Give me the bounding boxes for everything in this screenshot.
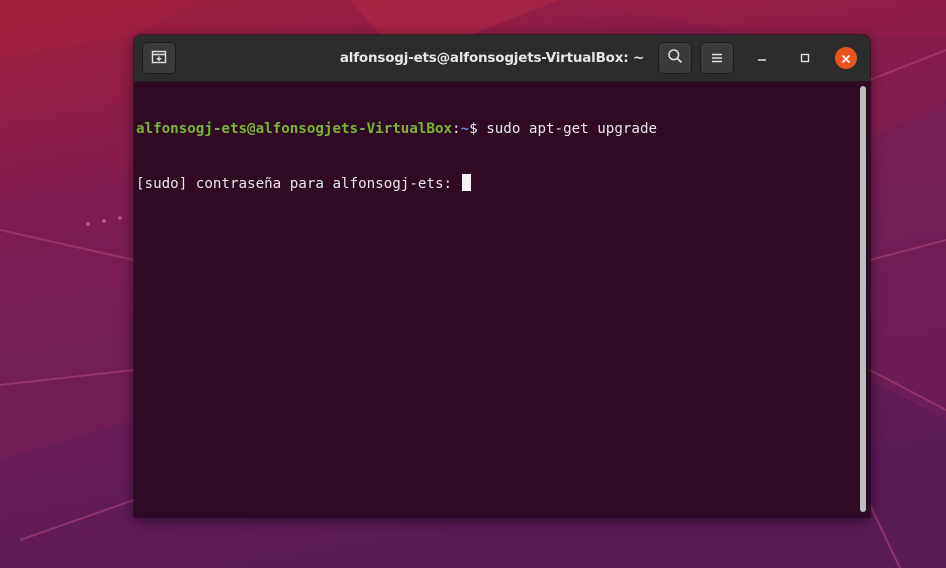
maximize-button[interactable] xyxy=(794,47,816,69)
prompt-path: ~ xyxy=(460,121,470,137)
sudo-password-prompt: [sudo] contraseña para alfonsogj-ets: xyxy=(136,176,461,192)
prompt-user-host: alfonsogj-ets@alfonsogjets-VirtualBox xyxy=(136,121,453,137)
menu-button[interactable] xyxy=(700,42,734,74)
text-cursor xyxy=(461,174,471,191)
close-icon xyxy=(841,49,851,68)
minimize-icon xyxy=(756,49,768,68)
close-button[interactable] xyxy=(835,47,857,69)
scrollbar[interactable] xyxy=(856,82,870,517)
new-tab-icon xyxy=(151,49,167,68)
terminal-line-password-prompt: [sudo] contraseña para alfonsogj-ets: xyxy=(136,174,856,192)
maximize-icon xyxy=(799,49,811,68)
header-bar[interactable]: alfonsogj-ets@alfonsogjets-VirtualBox: ~ xyxy=(134,35,870,82)
prompt-dollar: $ xyxy=(469,121,478,137)
terminal-window[interactable]: alfonsogj-ets@alfonsogjets-VirtualBox: ~ xyxy=(134,35,870,517)
command-text: sudo apt-get upgrade xyxy=(477,121,658,137)
search-button[interactable] xyxy=(658,42,692,74)
terminal-output[interactable]: alfonsogj-ets@alfonsogjets-VirtualBox:~$… xyxy=(134,82,856,517)
hamburger-menu-icon xyxy=(710,49,724,68)
search-icon xyxy=(667,48,683,68)
minimize-button[interactable] xyxy=(751,47,773,69)
window-title: alfonsogj-ets@alfonsogjets-VirtualBox: ~ xyxy=(339,50,645,66)
scrollbar-thumb[interactable] xyxy=(860,86,866,512)
prompt-colon: : xyxy=(452,121,461,137)
new-tab-button[interactable] xyxy=(142,42,176,74)
terminal-line-command: alfonsogj-ets@alfonsogjets-VirtualBox:~$… xyxy=(136,120,856,138)
